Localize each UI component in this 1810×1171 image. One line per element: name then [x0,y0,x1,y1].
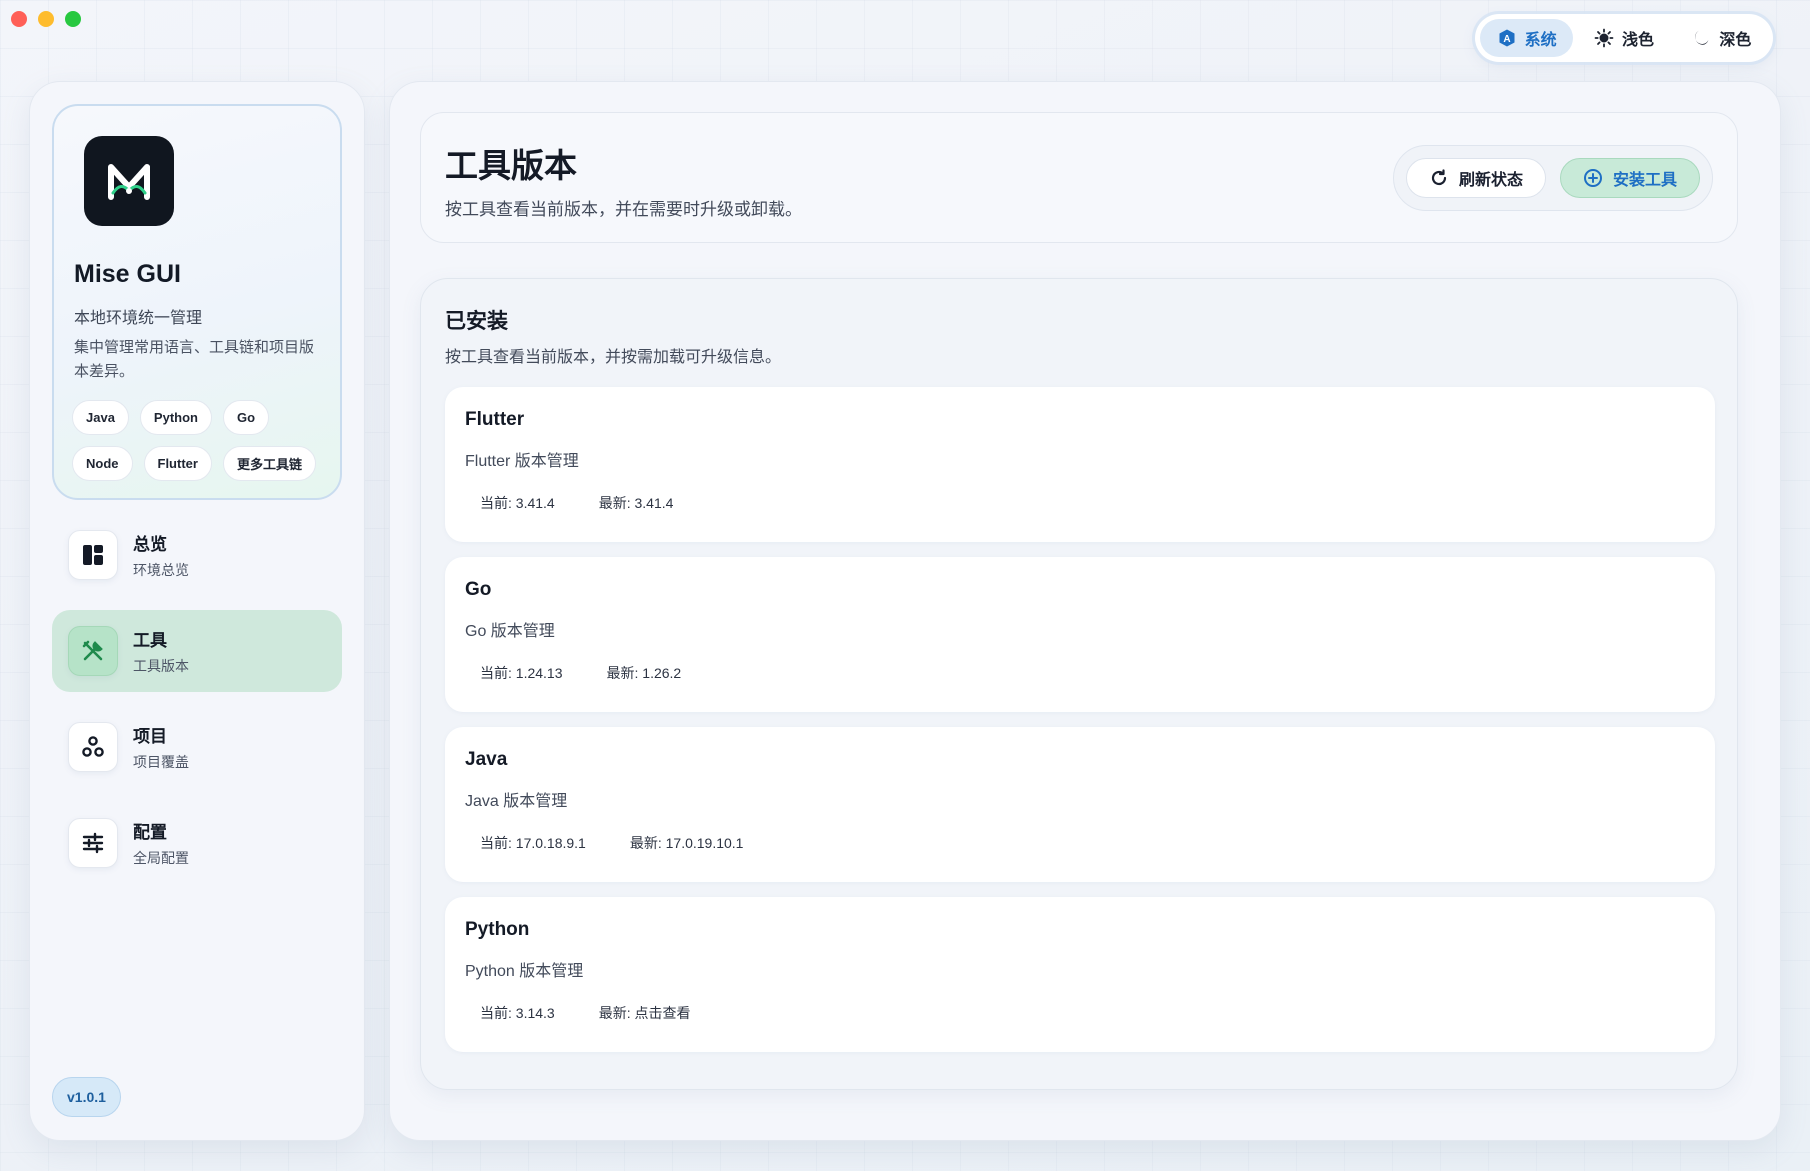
section-subtitle: 按工具查看当前版本，并按需加载可升级信息。 [445,349,782,366]
page-title: 工具版本 [445,147,577,184]
svg-text:A: A [1503,34,1510,45]
latest-version: 最新: 17.0.19.10.1 [614,827,759,859]
sidebar: Mise GUI 本地环境统一管理 集中管理常用语言、工具链和项目版本差异。 J… [30,82,364,1140]
refresh-icon [1431,169,1447,186]
tools-icon [68,626,118,676]
refresh-status-label: 刷新状态 [1458,172,1523,189]
tool-description: Flutter 版本管理 [465,453,579,470]
current-version: 当前: 3.14.3 [465,997,570,1029]
dashboard-icon [68,530,118,580]
theme-dark-button[interactable]: 深色 [1675,19,1768,57]
app-description: 集中管理常用语言、工具链和项目版本差异。 [74,339,315,380]
refresh-status-button[interactable]: 刷新状态 [1405,158,1546,198]
tool-description: Go 版本管理 [465,623,555,640]
chip-more-toolchains: 更多工具链 [222,446,316,481]
tool-name: Flutter [465,409,525,430]
window-controls [11,11,81,27]
tool-name: Go [465,579,492,600]
tool-versions: 当前: 3.14.3 最新: 点击查看 [465,997,706,1029]
tool-versions: 当前: 1.24.13 最新: 1.26.2 [465,657,697,689]
plus-circle-icon [1583,169,1602,187]
tool-name: Java [465,749,508,770]
chip-node: Node [72,446,133,481]
install-tool-label: 安装工具 [1612,172,1677,189]
chip-go: Go [222,400,270,435]
tool-card-java[interactable]: Java Java 版本管理 当前: 17.0.18.9.1 最新: 17.0.… [445,727,1715,882]
sidebar-item-tools[interactable]: 工具 工具版本 [52,610,342,692]
chip-python: Python [139,400,212,435]
sliders-icon [68,818,118,868]
brand-card: Mise GUI 本地环境统一管理 集中管理常用语言、工具链和项目版本差异。 J… [52,104,342,500]
chip-java: Java [72,400,129,435]
sidebar-item-projects[interactable]: 项目 项目覆盖 [52,706,342,788]
section-title: 已安装 [445,310,508,333]
sidebar-nav: 总览 环境总览 工具 工具版本 项目 项目覆盖 配置 全局配置 [52,514,342,898]
tool-versions: 当前: 3.41.4 最新: 3.41.4 [465,487,689,519]
theme-switcher: A 系统 浅色 深色 [1475,14,1773,62]
current-version: 当前: 17.0.18.9.1 [465,827,601,859]
page-header: 工具版本 按工具查看当前版本，并在需要时升级或卸载。 刷新状态 安装工具 [420,112,1738,243]
latest-version: 最新: 3.41.4 [583,487,689,519]
sidebar-item-title: 工具 [133,631,167,650]
theme-dark-label: 深色 [1719,32,1752,49]
install-tool-button[interactable]: 安装工具 [1559,158,1700,198]
app-subtitle: 本地环境统一管理 [74,310,203,327]
moon-icon [1695,30,1709,45]
tool-description: Java 版本管理 [465,793,568,810]
sidebar-item-title: 总览 [133,535,167,554]
tool-list: Flutter Flutter 版本管理 当前: 3.41.4 最新: 3.41… [445,387,1715,1067]
sun-icon [1594,28,1614,48]
sidebar-item-subtitle: 环境总览 [133,562,189,578]
current-version: 当前: 1.24.13 [465,657,578,689]
system-theme-icon: A [1499,29,1515,47]
installed-section: 已安装 按工具查看当前版本，并按需加载可升级信息。 Flutter Flutte… [420,278,1738,1090]
tool-card-python[interactable]: Python Python 版本管理 当前: 3.14.3 最新: 点击查看 [445,897,1715,1052]
projects-icon [68,722,118,772]
theme-system-label: 系统 [1524,32,1557,49]
theme-light-label: 浅色 [1621,32,1654,49]
close-window-button[interactable] [11,11,27,27]
app-name: Mise GUI [74,260,181,288]
sidebar-item-overview[interactable]: 总览 环境总览 [52,514,342,596]
theme-system-button[interactable]: A 系统 [1480,19,1574,57]
sidebar-item-subtitle: 工具版本 [133,658,189,674]
tool-description: Python 版本管理 [465,963,584,980]
page-subtitle: 按工具查看当前版本，并在需要时升级或卸载。 [445,200,802,219]
sidebar-item-title: 配置 [133,823,167,842]
chip-flutter: Flutter [143,446,212,481]
sidebar-item-subtitle: 全局配置 [133,850,189,866]
sidebar-item-subtitle: 项目覆盖 [133,754,189,770]
latest-version: 最新: 1.26.2 [591,657,697,689]
main-panel: 工具版本 按工具查看当前版本，并在需要时升级或卸载。 刷新状态 安装工具 已安装… [390,82,1780,1140]
zoom-window-button[interactable] [65,11,81,27]
tool-card-go[interactable]: Go Go 版本管理 当前: 1.24.13 最新: 1.26.2 [445,557,1715,712]
toolchain-chips: Java Python Go Node Flutter 更多工具链 [72,400,332,481]
minimize-window-button[interactable] [38,11,54,27]
sidebar-item-title: 项目 [133,727,167,746]
latest-version-link[interactable]: 最新: 点击查看 [583,997,706,1029]
current-version: 当前: 3.41.4 [465,487,570,519]
header-actions: 刷新状态 安装工具 [1392,145,1713,211]
tool-versions: 当前: 17.0.18.9.1 最新: 17.0.19.10.1 [465,827,759,859]
mise-logo-icon [84,136,174,226]
version-badge: v1.0.1 [52,1077,121,1117]
theme-light-button[interactable]: 浅色 [1577,19,1670,57]
tool-card-flutter[interactable]: Flutter Flutter 版本管理 当前: 3.41.4 最新: 3.41… [445,387,1715,542]
tool-name: Python [465,919,530,940]
sidebar-item-config[interactable]: 配置 全局配置 [52,802,342,884]
